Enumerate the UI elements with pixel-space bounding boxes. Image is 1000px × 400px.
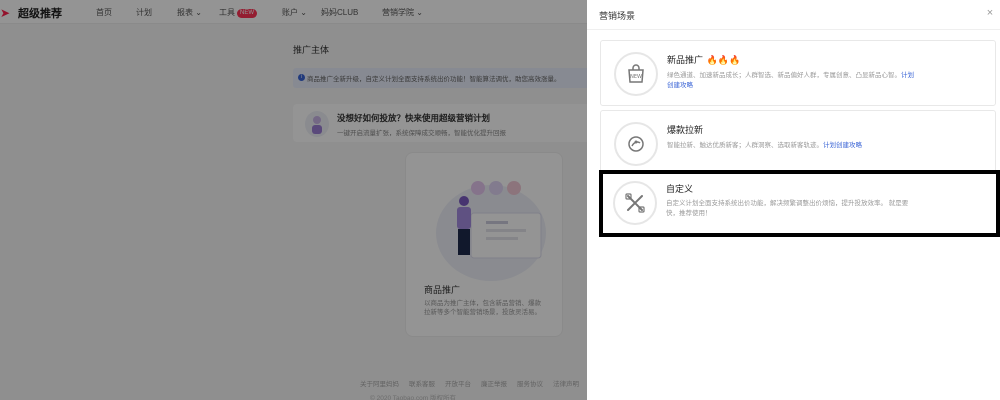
tools-icon <box>613 181 657 225</box>
scene-description-text: 绿色通道、加速新品成长；人群智选、新品偏好人群，专属创意、凸显新品心智。 <box>667 72 901 79</box>
close-icon[interactable]: × <box>984 7 996 19</box>
drawer-header: 营销场景 × <box>587 0 1000 30</box>
scene-option-custom[interactable]: 自定义 自定义计划全面支持系统出价功能，解决频繁调整出价烦恼，提升投放效率。 就… <box>599 170 1000 237</box>
scene-name: 爆款拉新 <box>667 125 704 135</box>
scene-name: 自定义 <box>666 184 694 194</box>
new-bag-icon: NEW <box>614 52 658 96</box>
scene-name-text: 新品推广 <box>667 55 704 65</box>
rocket-icon <box>614 122 658 166</box>
drawer-title: 营销场景 <box>599 11 636 21</box>
scene-name: 新品推广 🔥🔥🔥 <box>667 53 740 66</box>
scene-option-new-product[interactable]: NEW 新品推广 🔥🔥🔥 绿色通道、加速新品成长；人群智选、新品偏好人群，专属创… <box>600 40 996 106</box>
plan-guide-link[interactable]: 计划创建攻略 <box>823 142 862 149</box>
modal-overlay[interactable] <box>0 0 587 400</box>
scene-description-text: 智能拉新、触达优质新客；人群洞察、选取新客轨迹。 <box>667 142 823 149</box>
fire-icon: 🔥🔥🔥 <box>706 55 741 65</box>
scene-description: 绿色通道、加速新品成长；人群智选、新品偏好人群，专属创意、凸显新品心智。计划创建… <box>667 71 917 91</box>
svg-text:NEW: NEW <box>630 74 642 80</box>
scene-option-hot-item[interactable]: 爆款拉新 智能拉新、触达优质新客；人群洞察、选取新客轨迹。计划创建攻略 <box>600 110 996 176</box>
scene-description: 智能拉新、触达优质新客；人群洞察、选取新客轨迹。计划创建攻略 <box>667 141 917 151</box>
scene-description: 自定义计划全面支持系统出价功能，解决频繁调整出价烦恼，提升投放效率。 就是要快，… <box>666 200 909 217</box>
